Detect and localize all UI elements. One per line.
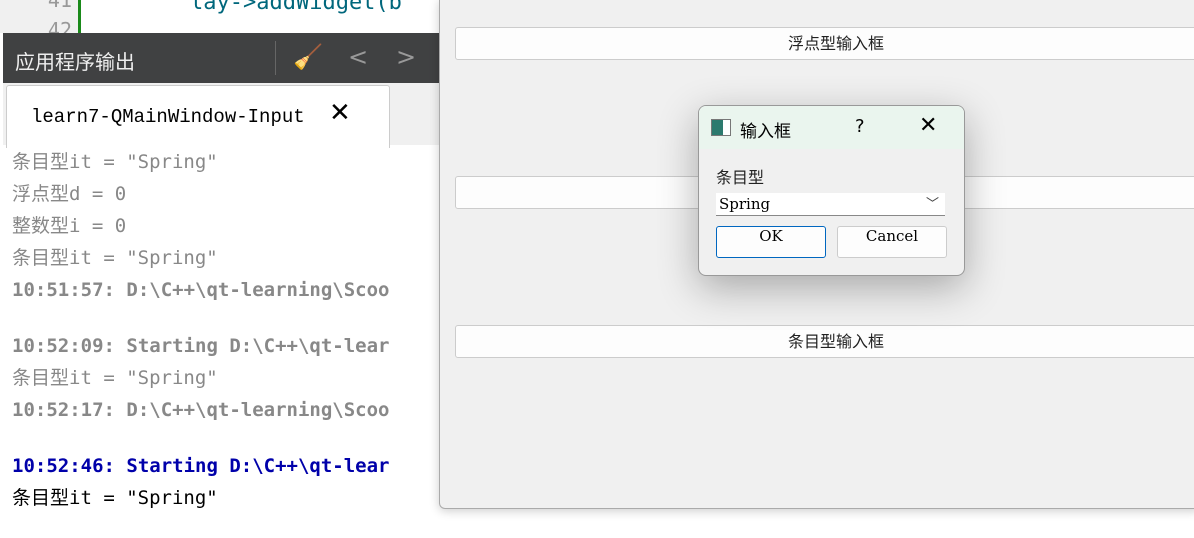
log-line: 10:52:17: D:\C++\qt-learning\Scoo <box>12 399 390 421</box>
log-line: 浮点型d = 0 <box>12 183 127 205</box>
cancel-button[interactable]: Cancel <box>837 226 947 258</box>
app-icon <box>711 119 731 136</box>
ok-button[interactable]: OK <box>716 226 826 258</box>
panel-title: 应用程序输出 <box>15 50 135 74</box>
float-input-button[interactable]: 浮点型输入框 <box>455 27 1194 60</box>
line-number: 42 <box>47 18 72 33</box>
combo-value: Spring <box>719 195 771 213</box>
tab-bar: learn7-QMainWindow-Input ✕ <box>3 83 440 148</box>
log-line: 整数型i = 0 <box>12 215 127 237</box>
log-line: 条目型it = "Spring" <box>12 367 218 389</box>
prev-icon[interactable]: < <box>348 43 368 71</box>
close-icon[interactable]: ✕ <box>329 98 351 128</box>
log-line: 条目型it = "Spring" <box>12 151 218 173</box>
tab-output[interactable]: learn7-QMainWindow-Input ✕ <box>6 85 390 148</box>
log-line: 条目型it = "Spring" <box>12 487 218 509</box>
change-marker <box>78 0 81 33</box>
next-icon[interactable]: > <box>396 43 416 71</box>
dialog-titlebar: 输入框 ? ✕ <box>699 106 964 149</box>
code-editor[interactable]: 41 42 lay->addWidget(b <box>0 0 440 33</box>
line-gutter: 41 42 <box>0 0 80 33</box>
help-button[interactable]: ? <box>855 116 865 137</box>
divider <box>275 41 276 75</box>
log-line: 条目型it = "Spring" <box>12 247 218 269</box>
log-line: 10:51:57: D:\C++\qt-learning\Scoo <box>12 279 390 301</box>
chevron-down-icon: ﹀ <box>925 197 939 212</box>
output-log: 条目型it = "Spring" 浮点型d = 0 整数型i = 0 条目型it = … <box>12 146 390 514</box>
clear-icon[interactable]: 🧹 <box>293 43 323 71</box>
dialog-label: 条目型 <box>716 168 765 187</box>
output-panel-toolbar: 应用程序输出 🧹 < > <box>3 33 440 83</box>
input-dialog: 输入框 ? ✕ 条目型 Spring ﹀ OK Cancel <box>698 105 965 276</box>
item-input-button[interactable]: 条目型输入框 <box>455 325 1194 358</box>
close-button[interactable]: ✕ <box>919 113 937 138</box>
log-line: 10:52:46: Starting D:\C++\qt-lear <box>12 455 390 477</box>
line-number: 41 <box>47 0 72 12</box>
log-line: 10:52:09: Starting D:\C++\qt-lear <box>12 335 390 357</box>
dialog-title: 输入框 <box>740 122 791 142</box>
tab-label: learn7-QMainWindow-Input <box>31 106 305 128</box>
item-combobox[interactable]: Spring ﹀ <box>716 193 945 216</box>
code-line: lay->addWidget(b <box>190 0 402 15</box>
